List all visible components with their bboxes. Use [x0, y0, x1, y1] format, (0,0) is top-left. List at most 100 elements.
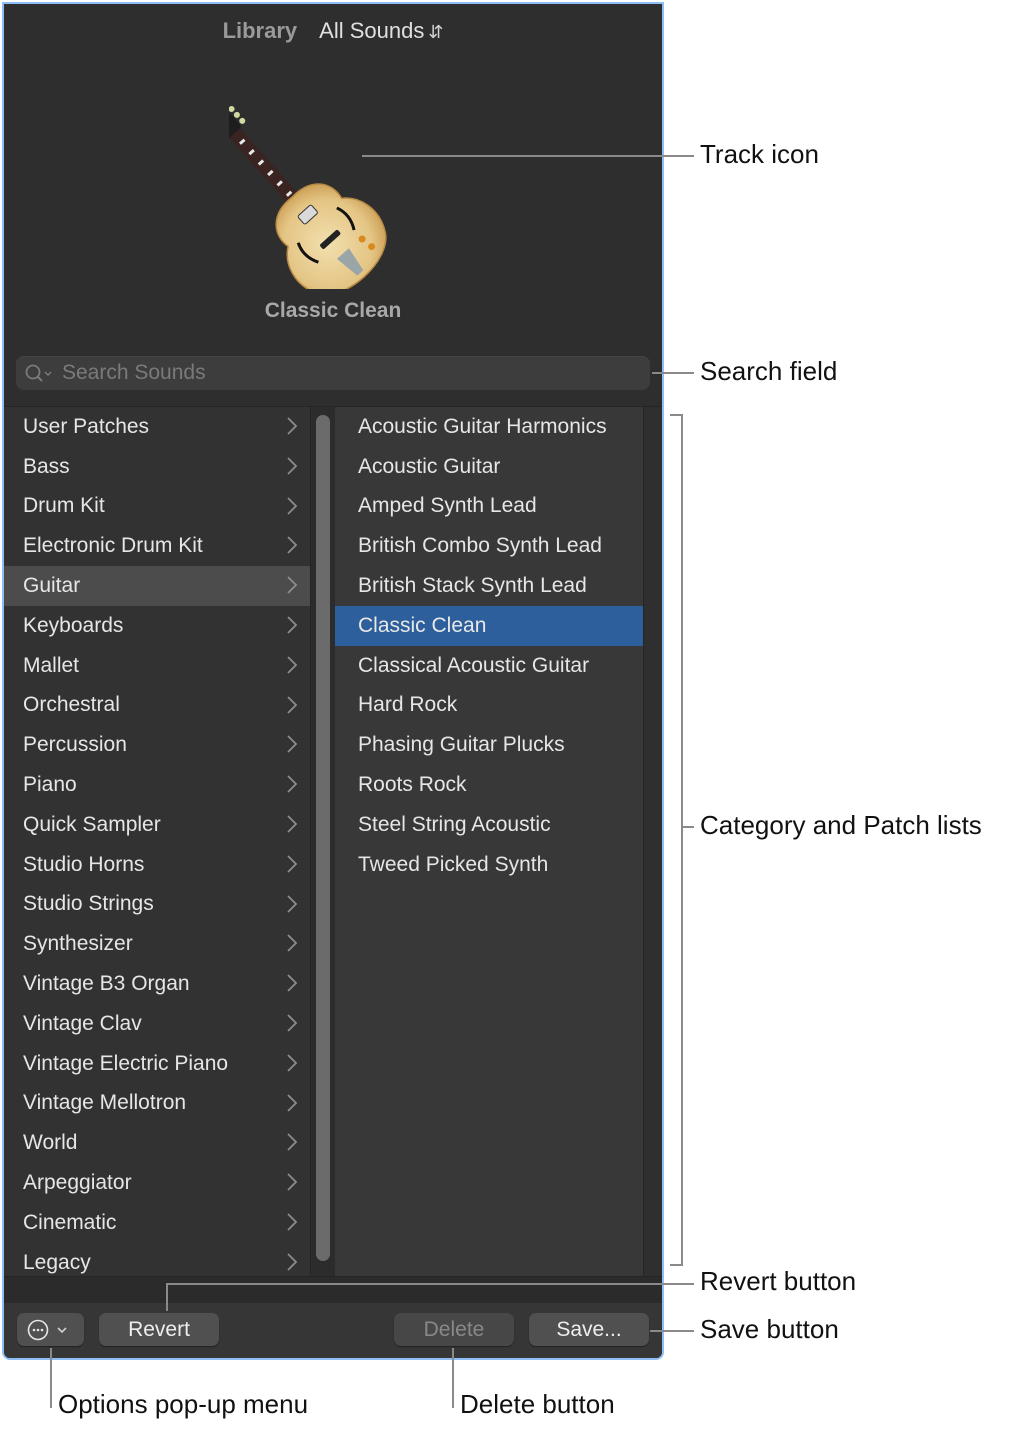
patch-item[interactable]: Tweed Picked Synth	[335, 845, 643, 885]
patch-item[interactable]: Classical Acoustic Guitar	[335, 646, 643, 686]
chevron-right-icon	[287, 1253, 298, 1271]
chevron-right-icon	[287, 576, 298, 594]
category-label: Legacy	[23, 1250, 91, 1274]
category-item[interactable]: Synthesizer	[4, 924, 310, 964]
category-item[interactable]: Vintage Mellotron	[4, 1084, 310, 1124]
callout-search-field: Search field	[700, 356, 838, 386]
library-label: Library	[222, 18, 298, 43]
library-header: Library All Sounds ⇵	[4, 18, 662, 44]
category-item[interactable]: Keyboards	[4, 606, 310, 646]
category-item[interactable]: Vintage Clav	[4, 1004, 310, 1044]
category-label: Electronic Drum Kit	[23, 534, 203, 558]
patch-item[interactable]: Phasing Guitar Plucks	[335, 725, 643, 765]
chevron-right-icon	[287, 1093, 298, 1112]
category-label: Synthesizer	[23, 932, 133, 956]
category-label: Orchestral	[23, 693, 120, 717]
category-label: Quick Sampler	[23, 812, 161, 836]
patch-item[interactable]: Acoustic Guitar	[335, 447, 643, 487]
category-item[interactable]: Mallet	[4, 646, 310, 686]
callout-line-track-icon	[362, 155, 694, 157]
category-item[interactable]: Quick Sampler	[4, 805, 310, 845]
category-item[interactable]: Electronic Drum Kit	[4, 526, 310, 566]
patch-title: Classic Clean	[264, 299, 402, 322]
guitar-icon	[207, 105, 387, 296]
category-scrollbar-thumb[interactable]	[316, 415, 330, 1261]
category-item[interactable]: Guitar	[4, 566, 310, 606]
callout-save: Save button	[700, 1314, 839, 1344]
callout-line-save	[650, 1330, 694, 1332]
patch-item[interactable]: Steel String Acoustic	[335, 805, 643, 845]
category-label: Drum Kit	[23, 494, 105, 518]
chevron-right-icon	[287, 616, 298, 634]
track-icon[interactable]	[207, 74, 449, 296]
search-field[interactable]	[16, 356, 650, 390]
category-label: Bass	[23, 454, 70, 478]
save-button[interactable]: Save...	[529, 1313, 649, 1346]
search-icon	[25, 364, 52, 382]
chevron-down-icon	[56, 1326, 67, 1333]
callout-lists: Category and Patch lists	[700, 810, 982, 840]
callout-line-delete	[452, 1348, 454, 1408]
chevron-right-icon	[287, 1133, 298, 1151]
category-label: Vintage B3 Organ	[23, 972, 190, 996]
callout-bracket-lists-bottom	[670, 1264, 682, 1266]
callout-options: Options pop-up menu	[58, 1389, 309, 1419]
callout-line-revert-v	[166, 1283, 168, 1311]
chevron-right-icon	[287, 1213, 298, 1231]
category-label: Piano	[23, 773, 77, 797]
category-item[interactable]: Drum Kit	[4, 487, 310, 527]
category-item[interactable]: Vintage Electric Piano	[4, 1044, 310, 1084]
source-selector-label: All Sounds	[319, 18, 425, 43]
library-panel: Library All Sounds ⇵ Classic Clean Searc…	[2, 2, 664, 1360]
category-label: Percussion	[23, 733, 127, 757]
patch-item[interactable]: Acoustic Guitar Harmonics	[335, 407, 643, 447]
callout-track-icon: Track icon	[700, 139, 819, 169]
chevron-right-icon	[287, 1014, 298, 1032]
category-item[interactable]: Arpeggiator	[4, 1163, 310, 1203]
patch-item[interactable]: Classic Clean	[335, 605, 643, 646]
category-item[interactable]: World	[4, 1123, 310, 1163]
search-input[interactable]	[60, 360, 624, 386]
patch-item[interactable]: Amped Synth Lead	[335, 487, 643, 527]
patch-item[interactable]: British Stack Synth Lead	[335, 566, 643, 606]
chevron-right-icon	[287, 815, 298, 833]
callout-line-revert-h	[166, 1283, 694, 1285]
delete-button[interactable]: Delete	[394, 1313, 514, 1346]
up-down-chevron-icon: ⇵	[428, 22, 444, 42]
callout-line-lists	[682, 826, 694, 828]
category-label: World	[23, 1131, 78, 1155]
chevron-right-icon	[287, 934, 298, 952]
patch-item[interactable]: Hard Rock	[335, 686, 643, 726]
category-item[interactable]: Percussion	[4, 725, 310, 765]
category-item[interactable]: User Patches	[4, 407, 310, 447]
category-item[interactable]: Orchestral	[4, 686, 310, 726]
patch-item[interactable]: Roots Rock	[335, 765, 643, 805]
category-label: Guitar	[23, 574, 81, 598]
category-item[interactable]: Vintage B3 Organ	[4, 964, 310, 1004]
category-label: Studio Horns	[23, 852, 145, 876]
callout-line-search	[652, 372, 694, 374]
options-popup-button[interactable]	[17, 1313, 84, 1346]
chevron-right-icon	[287, 1054, 298, 1072]
chevron-right-icon	[287, 894, 298, 913]
chevron-right-icon	[287, 496, 298, 515]
category-item[interactable]: Cinematic	[4, 1203, 310, 1243]
category-item[interactable]: Studio Strings	[4, 885, 310, 925]
chevron-right-icon	[287, 536, 298, 555]
chevron-right-icon	[287, 417, 298, 435]
category-item[interactable]: Studio Horns	[4, 845, 310, 885]
chevron-right-icon	[287, 1173, 298, 1191]
chevron-right-icon	[287, 457, 298, 475]
patch-item[interactable]: British Combo Synth Lead	[335, 526, 643, 566]
category-label: User Patches	[23, 414, 150, 438]
category-list: User Patches Bass Drum Kit Electronic Drum …	[4, 407, 310, 1277]
callout-delete: Delete button	[460, 1389, 615, 1419]
category-item[interactable]: Bass	[4, 447, 310, 487]
callout-line-options	[50, 1348, 52, 1408]
ellipsis-circle-icon	[27, 1319, 67, 1340]
bottom-toolbar: Revert Delete Save...	[4, 1303, 662, 1358]
revert-button[interactable]: Revert	[99, 1313, 219, 1346]
category-item[interactable]: Piano	[4, 765, 310, 805]
category-label: Vintage Mellotron	[23, 1091, 187, 1115]
source-selector[interactable]: All Sounds ⇵	[319, 18, 443, 43]
